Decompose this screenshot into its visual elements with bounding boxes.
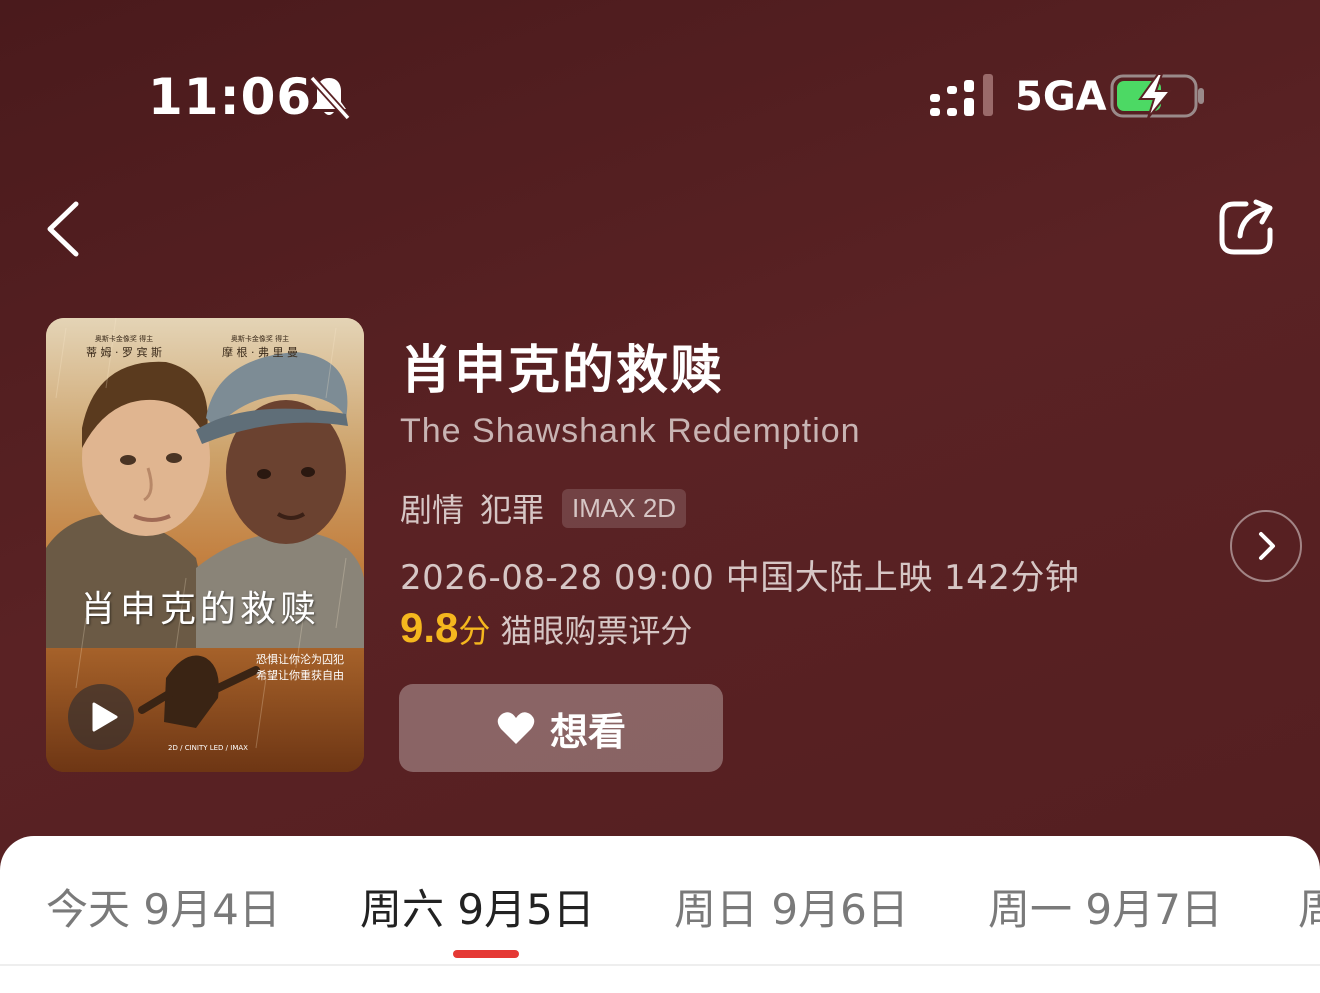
poster-title: 肖申克的救赎 bbox=[80, 589, 321, 630]
divider bbox=[0, 964, 1320, 966]
date-tab-selected[interactable]: 周六 9月5日 bbox=[360, 876, 595, 937]
score-row: 9.8 分 猫眼购票评分 bbox=[400, 604, 692, 652]
date-tab-bar: 今天 9月4日 周六 9月5日 周日 9月6日 周一 9月7日 周 bbox=[0, 836, 1320, 993]
active-tab-indicator bbox=[453, 950, 519, 958]
want-to-watch-label: 想看 bbox=[549, 709, 626, 754]
poster-tagline: 恐惧让你沦为囚犯 希望让你重获自由 bbox=[256, 653, 344, 682]
status-bar: 11:06 5GA bbox=[0, 0, 1320, 190]
poster-formats: 2D / CINITY LED / IMAX bbox=[168, 744, 248, 752]
date-tab[interactable]: 周日 9月6日 bbox=[674, 876, 909, 937]
poster-cast-right: 奥斯卡金像奖 得主 摩 根 · 弗 里 曼 bbox=[222, 335, 298, 359]
genre-row: 剧情 犯罪 IMAX 2D bbox=[400, 486, 687, 530]
play-button[interactable] bbox=[68, 684, 134, 750]
date-tab[interactable]: 今天 9月4日 bbox=[46, 876, 281, 937]
genre-tag: 剧情 bbox=[400, 491, 465, 529]
release-info: 2026-08-28 09:00 中国大陆上映 142分钟 bbox=[400, 558, 1080, 598]
bell-muted-icon bbox=[309, 75, 351, 121]
network-type: 5GA bbox=[1015, 74, 1107, 120]
date-tab-partial[interactable]: 周 bbox=[1298, 876, 1320, 937]
movie-poster[interactable]: 奥斯卡金像奖 得主 蒂 姆 · 罗 宾 斯 奥斯卡金像奖 得主 摩 根 · 弗 … bbox=[46, 318, 364, 772]
score-unit: 分 bbox=[458, 612, 491, 650]
date-tab[interactable]: 周一 9月7日 bbox=[988, 876, 1223, 937]
battery-charging-icon bbox=[1110, 73, 1204, 119]
heart-icon bbox=[497, 712, 535, 744]
status-time: 11:06 bbox=[148, 68, 313, 126]
share-icon[interactable] bbox=[1216, 196, 1280, 260]
format-badge: IMAX 2D bbox=[562, 488, 687, 528]
score-value: 9.8 bbox=[400, 604, 459, 651]
movie-title: 肖申克的救赎 bbox=[400, 341, 725, 401]
play-icon bbox=[92, 702, 118, 732]
movie-detail-button[interactable] bbox=[1230, 510, 1302, 582]
signal-icon bbox=[930, 74, 993, 116]
score-label: 猫眼购票评分 bbox=[500, 612, 693, 650]
chevron-left-icon[interactable] bbox=[40, 198, 90, 260]
movie-english-title: The Shawshank Redemption bbox=[400, 412, 861, 450]
genre-tag: 犯罪 bbox=[480, 491, 545, 529]
chevron-right-icon bbox=[1259, 532, 1275, 560]
want-to-watch-button[interactable]: 想看 bbox=[399, 684, 723, 772]
poster-cast-left: 奥斯卡金像奖 得主 蒂 姆 · 罗 宾 斯 bbox=[86, 335, 162, 359]
